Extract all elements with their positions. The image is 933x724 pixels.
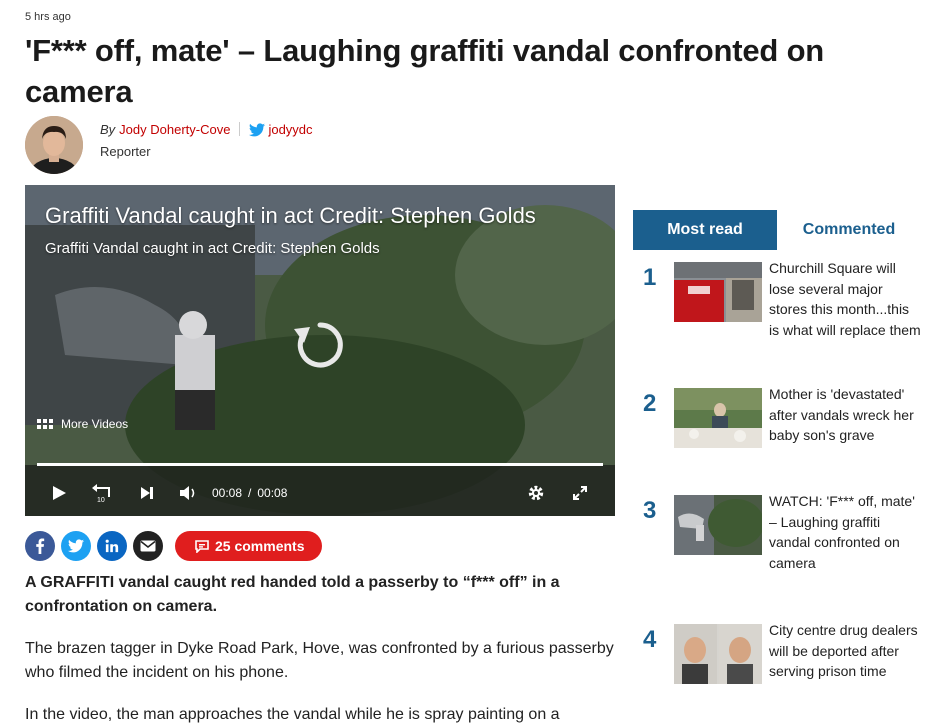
most-read-rank: 2 xyxy=(643,390,657,417)
settings-icon[interactable] xyxy=(527,480,545,506)
most-read-thumbnail[interactable] xyxy=(674,262,762,322)
replay-icon[interactable] xyxy=(290,315,350,375)
more-videos-label: More Videos xyxy=(61,417,129,431)
video-duration: 00:08 xyxy=(257,486,288,500)
video-progress-bar[interactable] xyxy=(37,463,603,466)
article-lead-paragraph: A GRAFFITI vandal caught red handed told… xyxy=(25,574,560,615)
video-current-time: 00:08 xyxy=(212,486,243,500)
svg-text:10: 10 xyxy=(97,497,105,503)
avatar-photo xyxy=(25,116,83,174)
article-paragraph: The brazen tagger in Dyke Road Park, Hov… xyxy=(25,640,614,681)
more-videos-button[interactable]: More Videos xyxy=(37,417,128,431)
play-icon[interactable] xyxy=(51,480,67,506)
video-time-separator: / xyxy=(248,486,252,500)
sidebar-tabs: Most read Commented xyxy=(633,210,923,250)
byline-divider xyxy=(239,122,241,136)
twitter-share-button[interactable] xyxy=(61,531,91,561)
video-controls: 10 00:08 / 00:08 xyxy=(25,480,615,506)
byline: By Jody Doherty-Cove jodyydc Reporter xyxy=(25,116,425,176)
video-subtitle: Graffiti Vandal caught in act Credit: St… xyxy=(45,240,380,257)
article-paragraph: In the video, the man approaches the van… xyxy=(25,706,560,723)
most-read-sidebar: Most read Commented 1 Churchill Square w… xyxy=(633,210,923,684)
comments-button[interactable]: 25 comments xyxy=(175,531,323,561)
twitter-icon[interactable] xyxy=(249,123,266,140)
email-share-button[interactable] xyxy=(133,531,163,561)
email-icon xyxy=(140,540,156,552)
author-link[interactable]: Jody Doherty-Cove xyxy=(119,122,230,137)
most-read-title[interactable]: Mother is 'devastated' after vandals wre… xyxy=(769,384,921,446)
article-headline: 'F*** off, mate' – Laughing graffiti van… xyxy=(25,33,825,109)
most-read-title[interactable]: WATCH: 'F*** off, mate' – Laughing graff… xyxy=(769,491,921,573)
grid-icon xyxy=(37,419,53,429)
most-read-title[interactable]: City centre drug dealers will be deporte… xyxy=(769,620,921,682)
most-read-rank: 1 xyxy=(643,264,657,291)
comments-count-label: 25 comments xyxy=(215,538,305,554)
tab-commented[interactable]: Commented xyxy=(777,210,921,250)
share-bar: 25 comments xyxy=(25,531,323,561)
twitter-handle-link[interactable]: jodyydc xyxy=(268,122,312,137)
video-player[interactable]: Graffiti Vandal caught in act Credit: St… xyxy=(25,185,615,516)
most-read-thumbnail[interactable] xyxy=(674,388,762,448)
linkedin-share-button[interactable] xyxy=(97,531,127,561)
next-icon[interactable] xyxy=(139,480,155,506)
facebook-share-button[interactable] xyxy=(25,531,55,561)
article-timestamp: 5 hrs ago xyxy=(25,11,71,23)
rewind-10-icon[interactable]: 10 xyxy=(91,480,113,506)
facebook-icon xyxy=(36,538,45,554)
most-read-thumbnail[interactable] xyxy=(674,624,762,684)
most-read-thumbnail[interactable] xyxy=(674,495,762,555)
most-read-rank: 3 xyxy=(643,497,657,524)
byline-text: By Jody Doherty-Cove jodyydc xyxy=(100,122,313,140)
twitter-icon xyxy=(68,539,84,553)
volume-icon[interactable] xyxy=(179,480,199,506)
video-title: Graffiti Vandal caught in act Credit: St… xyxy=(45,203,536,228)
author-role: Reporter xyxy=(100,144,151,159)
author-avatar[interactable] xyxy=(25,116,83,174)
fullscreen-icon[interactable] xyxy=(572,480,588,506)
tab-most-read[interactable]: Most read xyxy=(633,210,777,250)
most-read-title[interactable]: Churchill Square will lose several major… xyxy=(769,258,921,340)
comment-icon xyxy=(195,539,209,553)
byline-prefix: By xyxy=(100,122,116,137)
linkedin-icon xyxy=(105,539,119,553)
most-read-rank: 4 xyxy=(643,626,657,653)
